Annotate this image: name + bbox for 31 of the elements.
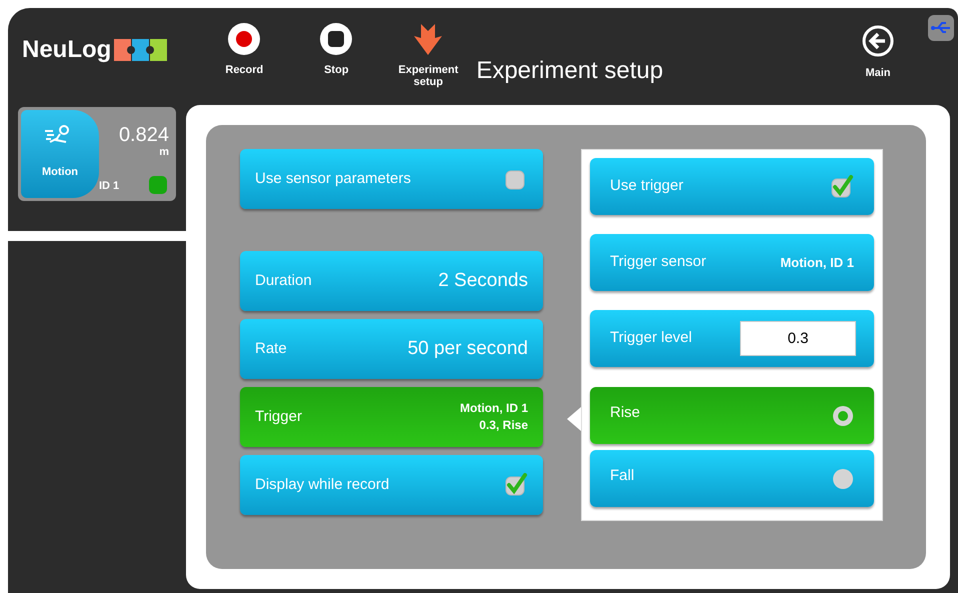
unit-label: m — [159, 146, 169, 158]
sensor-reading: 0.824 — [118, 124, 169, 146]
setting-row[interactable]: Rate 50 per second — [240, 319, 543, 379]
logo-icon — [114, 39, 168, 61]
sensor-card[interactable]: Motion 0.824 m ID 1 — [18, 107, 176, 201]
stop-icon — [319, 22, 354, 56]
toolbar-button[interactable]: Record — [210, 22, 278, 88]
checked-checkbox-icon[interactable] — [830, 174, 854, 198]
sensor-name: Motion — [42, 165, 78, 180]
usb-icon — [928, 15, 954, 41]
radio-button-icon[interactable] — [832, 468, 854, 490]
trigger-level-field[interactable]: 0.3 — [740, 321, 856, 356]
trigger-option[interactable]: Trigger sensor Motion, ID 1 — [590, 234, 874, 291]
radio-button-icon[interactable] — [832, 404, 854, 426]
page-title: Experiment setup — [476, 56, 664, 86]
record-icon — [227, 22, 262, 56]
main-button[interactable]: Main — [854, 25, 902, 82]
sensor-id: ID 1 — [99, 178, 120, 194]
setting-row[interactable]: Display while record — [240, 455, 543, 515]
setting-row[interactable]: Use sensor parameters — [240, 149, 543, 209]
trigger-option[interactable]: Fall — [590, 450, 874, 507]
setting-row[interactable]: Duration 2 Seconds — [240, 251, 543, 311]
logo-text: NeuLog — [22, 35, 112, 65]
toolbar-button[interactable]: Experiment setup — [394, 22, 462, 88]
trigger-option[interactable]: Trigger level 0.3 — [590, 310, 874, 367]
trigger-option[interactable]: Rise — [590, 387, 874, 444]
toolbar-button[interactable]: Stop — [302, 22, 370, 88]
arrow-down-icon — [413, 22, 444, 56]
checked-checkbox-icon[interactable] — [504, 473, 528, 497]
setting-row[interactable]: Trigger Motion, ID 1 0.3, Rise — [240, 387, 543, 447]
trigger-option[interactable]: Use trigger — [590, 158, 874, 215]
